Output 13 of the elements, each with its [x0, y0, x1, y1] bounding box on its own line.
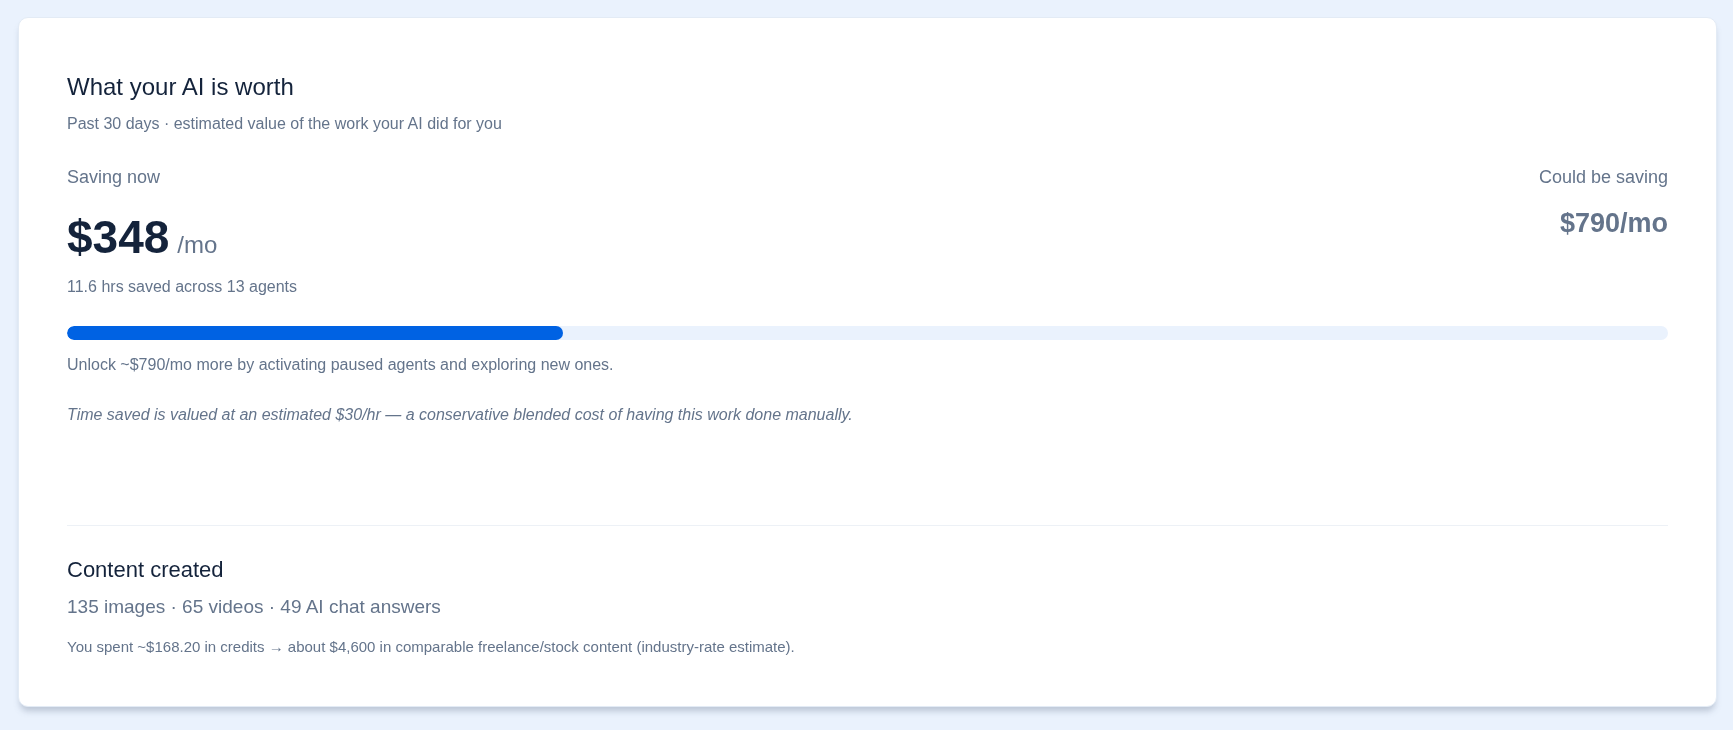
card-subtitle: Past 30 days · estimated value of the work your AI did for you [67, 114, 502, 134]
card-title: What your AI is worth [67, 72, 295, 102]
section-title: Content created [67, 556, 225, 584]
content-counts: 135 images · 65 videos · 49 AI chat answers [67, 595, 441, 619]
hours-saved-text: 11.6 hrs saved across 13 agents [67, 277, 298, 297]
amount-unit: /mo [177, 231, 218, 259]
unlock-note: Unlock ~$790/mo more by activating paused agents and exploring new ones. [67, 355, 614, 375]
could-be-saving-label: Could be saving [1538, 166, 1668, 189]
credits-note: You spent ~$168.20 in credits → about $4,600 in comparable freelance/stock content (industry-rate estimate). [67, 637, 795, 657]
saving-now-label: Saving now [67, 166, 161, 189]
saving-amount: $348 [67, 210, 170, 265]
valuation-note: Time saved is valued at an estimated $30/hr — a conservative blended cost of having this work done manually. [67, 405, 853, 425]
potential-amount: $790/mo [1559, 207, 1668, 240]
